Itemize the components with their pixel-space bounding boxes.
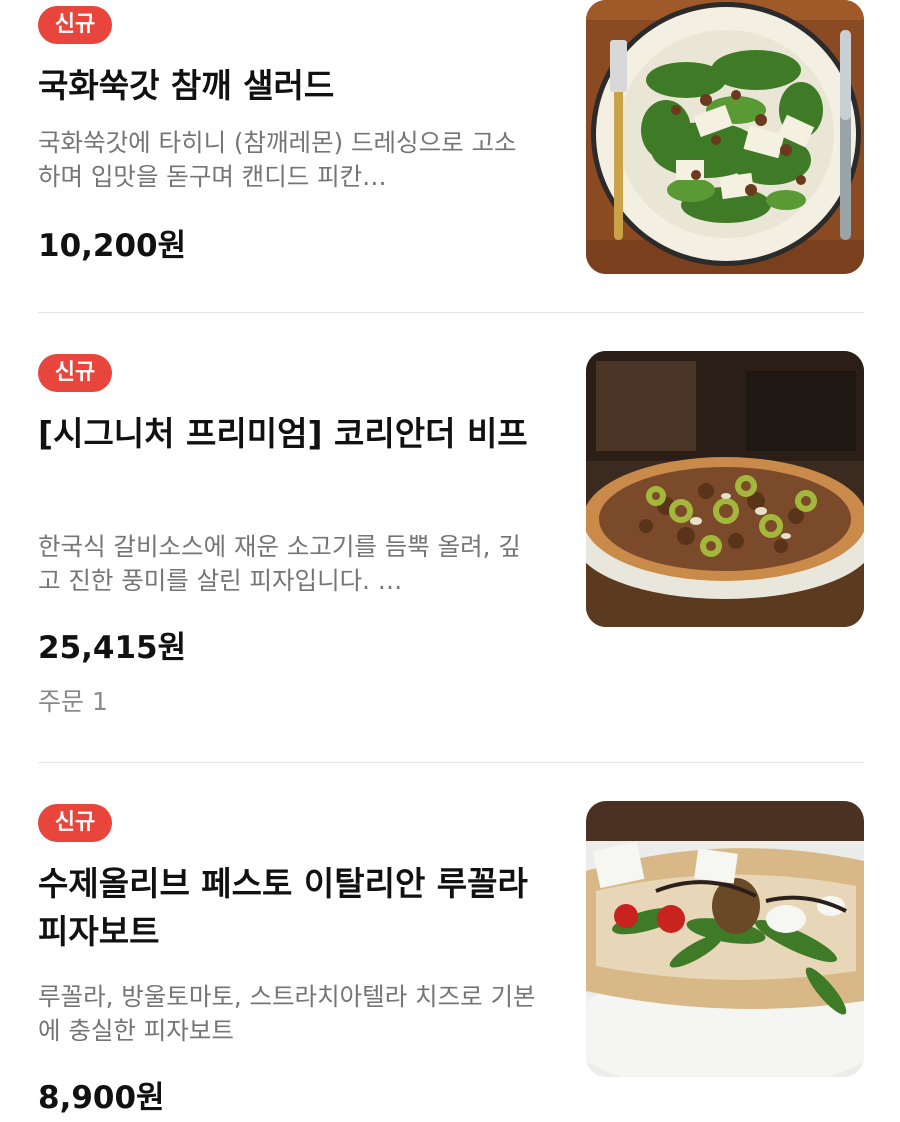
menu-item-price: 8,900원 [38,1080,165,1116]
order-count: 주문 1 [38,687,108,716]
divider [38,762,864,763]
menu-item-description: 국화쑥갓에 타히니 (참깨레몬) 드레싱으로 고소하며 입맛을 돋구며 캔디드 … [38,128,517,191]
divider [38,312,864,313]
menu-list: 신규 국화쑥갓 참깨 샐러드 국화쑥갓에 타히니 (참깨레몬) 드레싱으로 고소… [0,0,900,1122]
new-badge: 신규 [38,6,112,44]
pizza-boat-photo[interactable] [586,801,864,1077]
new-badge: 신규 [38,804,112,842]
menu-item-description: 한국식 갈비소스에 재운 소고기를 듬뿍 올려, 깊고 진한 풍미를 살린 피자… [38,532,521,595]
pizza-photo[interactable] [586,351,864,627]
menu-item-name: 국화쑥갓 참깨 샐러드 [38,66,335,105]
menu-item-name: [시그니처 프리미엄] 코리안더 비프 [38,414,528,453]
menu-item-description: 루꼴라, 방울토마토, 스트라치아텔라 치즈로 기본에 충실한 피자보트 [38,982,536,1045]
new-badge: 신규 [38,354,112,392]
menu-item-price: 10,200원 [38,228,187,264]
menu-item-price: 25,415원 [38,630,187,666]
salad-photo[interactable] [586,0,864,274]
menu-item-name: 수제올리브 페스토 이탈리안 루꼴라 피자보트 [38,864,528,951]
